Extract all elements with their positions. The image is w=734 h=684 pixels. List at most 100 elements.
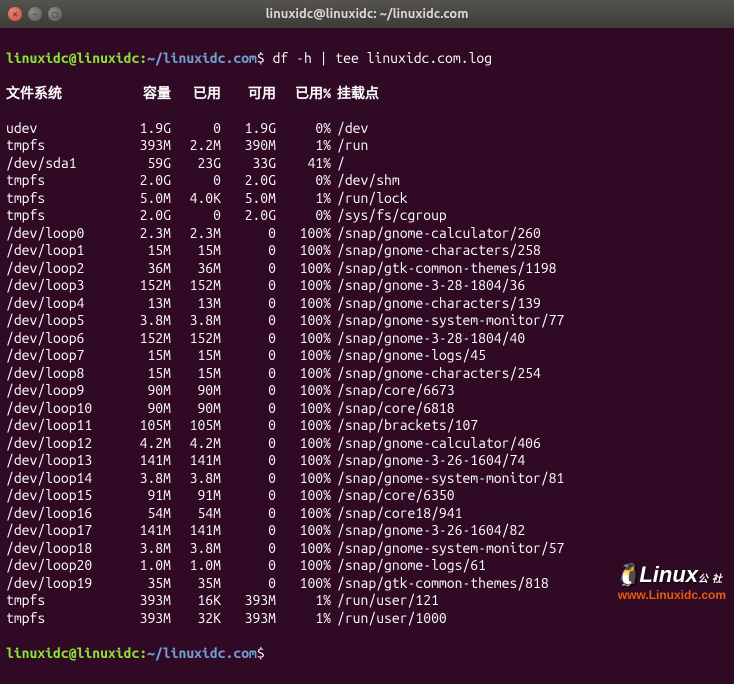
watermark-logo: 🐧Linux公社 bbox=[614, 562, 726, 588]
cell-used: 1.0M bbox=[171, 557, 221, 575]
cell-filesystem: /dev/loop16 bbox=[6, 505, 111, 523]
cell-pct: 100% bbox=[276, 575, 331, 593]
cell-pct: 1% bbox=[276, 137, 331, 155]
cell-filesystem: /dev/loop1 bbox=[6, 242, 111, 260]
df-row: /dev/loop53.8M3.8M0100%/snap/gnome-syste… bbox=[6, 312, 728, 330]
window-controls: ✕ – ▢ bbox=[8, 7, 62, 21]
cell-filesystem: tmpfs bbox=[6, 172, 111, 190]
prompt-user-host: linuxidc@linuxidc bbox=[6, 50, 139, 66]
cell-filesystem: /dev/loop12 bbox=[6, 435, 111, 453]
df-row: tmpfs2.0G02.0G0%/sys/fs/cgroup bbox=[6, 207, 728, 225]
cell-pct: 100% bbox=[276, 312, 331, 330]
cell-mount: /dev bbox=[331, 120, 368, 138]
cell-mount: /snap/gnome-3-28-1804/40 bbox=[331, 330, 525, 348]
df-row: /dev/loop11105M105M0100%/snap/brackets/1… bbox=[6, 417, 728, 435]
cell-size: 1.0M bbox=[111, 557, 171, 575]
cell-mount: /sys/fs/cgroup bbox=[331, 207, 447, 225]
cell-size: 2.0G bbox=[111, 172, 171, 190]
maximize-button[interactable]: ▢ bbox=[48, 7, 62, 21]
cell-used: 0 bbox=[171, 172, 221, 190]
cell-size: 13M bbox=[111, 295, 171, 313]
cell-avail: 0 bbox=[221, 365, 276, 383]
minimize-button[interactable]: – bbox=[28, 7, 42, 21]
cell-pct: 100% bbox=[276, 470, 331, 488]
cell-avail: 0 bbox=[221, 242, 276, 260]
cell-mount: /run/user/121 bbox=[331, 592, 439, 610]
cell-filesystem: /dev/loop14 bbox=[6, 470, 111, 488]
cell-used: 4.0K bbox=[171, 190, 221, 208]
cell-used: 15M bbox=[171, 365, 221, 383]
cell-mount: /snap/gnome-3-26-1604/74 bbox=[331, 452, 525, 470]
command-text: df -h | tee linuxidc.com.log bbox=[273, 50, 493, 66]
cell-filesystem: /dev/loop6 bbox=[6, 330, 111, 348]
cell-size: 15M bbox=[111, 242, 171, 260]
df-row: /dev/loop1654M54M0100%/snap/core18/941 bbox=[6, 505, 728, 523]
cell-filesystem: /dev/loop15 bbox=[6, 487, 111, 505]
prompt-line: linuxidc@linuxidc:~/linuxidc.com$ df -h … bbox=[6, 50, 728, 68]
cell-avail: 0 bbox=[221, 225, 276, 243]
cell-used: 152M bbox=[171, 277, 221, 295]
cell-filesystem: /dev/loop10 bbox=[6, 400, 111, 418]
cell-used: 90M bbox=[171, 382, 221, 400]
cell-filesystem: /dev/loop4 bbox=[6, 295, 111, 313]
df-row: /dev/loop1591M91M0100%/snap/core/6350 bbox=[6, 487, 728, 505]
cell-used: 16K bbox=[171, 592, 221, 610]
prompt-dollar: $ bbox=[257, 50, 265, 66]
cell-pct: 41% bbox=[276, 155, 331, 173]
cell-size: 2.3M bbox=[111, 225, 171, 243]
cell-pct: 100% bbox=[276, 522, 331, 540]
cell-size: 36M bbox=[111, 260, 171, 278]
prompt-path: ~/linuxidc.com bbox=[147, 50, 257, 66]
df-rows-container: udev1.9G01.9G0%/devtmpfs393M2.2M390M1%/r… bbox=[6, 120, 728, 628]
cell-pct: 100% bbox=[276, 435, 331, 453]
cell-size: 35M bbox=[111, 575, 171, 593]
penguin-icon: 🐧 bbox=[614, 562, 641, 588]
cell-pct: 100% bbox=[276, 260, 331, 278]
cell-pct: 100% bbox=[276, 382, 331, 400]
watermark: 🐧Linux公社 www.Linuxidc.com bbox=[614, 562, 726, 602]
cell-pct: 100% bbox=[276, 365, 331, 383]
watermark-cn: 公社 bbox=[698, 574, 726, 585]
cell-avail: 0 bbox=[221, 435, 276, 453]
cell-avail: 0 bbox=[221, 575, 276, 593]
cell-size: 152M bbox=[111, 277, 171, 295]
close-button[interactable]: ✕ bbox=[8, 7, 22, 21]
cell-avail: 0 bbox=[221, 505, 276, 523]
cell-mount: /snap/gnome-calculator/406 bbox=[331, 435, 541, 453]
cell-mount: /snap/core/6673 bbox=[331, 382, 455, 400]
cell-size: 141M bbox=[111, 452, 171, 470]
cell-size: 393M bbox=[111, 137, 171, 155]
cell-avail: 0 bbox=[221, 295, 276, 313]
cell-size: 91M bbox=[111, 487, 171, 505]
cell-filesystem: tmpfs bbox=[6, 592, 111, 610]
cell-mount: /snap/gnome-system-monitor/81 bbox=[331, 470, 564, 488]
prompt-user-host-end: linuxidc@linuxidc bbox=[6, 645, 139, 661]
cell-avail: 390M bbox=[221, 137, 276, 155]
window-title: linuxidc@linuxidc: ~/linuxidc.com bbox=[266, 7, 469, 21]
cell-used: 91M bbox=[171, 487, 221, 505]
hdr-use-pct: 已用% bbox=[276, 85, 331, 103]
cell-mount: / bbox=[331, 155, 345, 173]
cell-mount: /run/lock bbox=[331, 190, 408, 208]
cell-avail: 0 bbox=[221, 312, 276, 330]
cell-pct: 100% bbox=[276, 400, 331, 418]
cell-avail: 33G bbox=[221, 155, 276, 173]
cell-mount: /snap/gnome-system-monitor/77 bbox=[331, 312, 564, 330]
cell-mount: /dev/shm bbox=[331, 172, 400, 190]
cell-size: 2.0G bbox=[111, 207, 171, 225]
cell-filesystem: /dev/loop19 bbox=[6, 575, 111, 593]
cell-mount: /snap/core/6350 bbox=[331, 487, 455, 505]
cell-mount: /run/user/1000 bbox=[331, 610, 447, 628]
prompt-colon-end: : bbox=[139, 645, 147, 661]
df-row: /dev/loop17141M141M0100%/snap/gnome-3-26… bbox=[6, 522, 728, 540]
hdr-used: 已用 bbox=[171, 85, 221, 103]
cell-pct: 100% bbox=[276, 505, 331, 523]
cell-size: 59G bbox=[111, 155, 171, 173]
cell-filesystem: /dev/loop5 bbox=[6, 312, 111, 330]
cell-mount: /snap/gnome-characters/254 bbox=[331, 365, 541, 383]
cell-used: 13M bbox=[171, 295, 221, 313]
cell-pct: 100% bbox=[276, 295, 331, 313]
cell-pct: 0% bbox=[276, 207, 331, 225]
hdr-avail: 可用 bbox=[221, 85, 276, 103]
cell-size: 393M bbox=[111, 610, 171, 628]
